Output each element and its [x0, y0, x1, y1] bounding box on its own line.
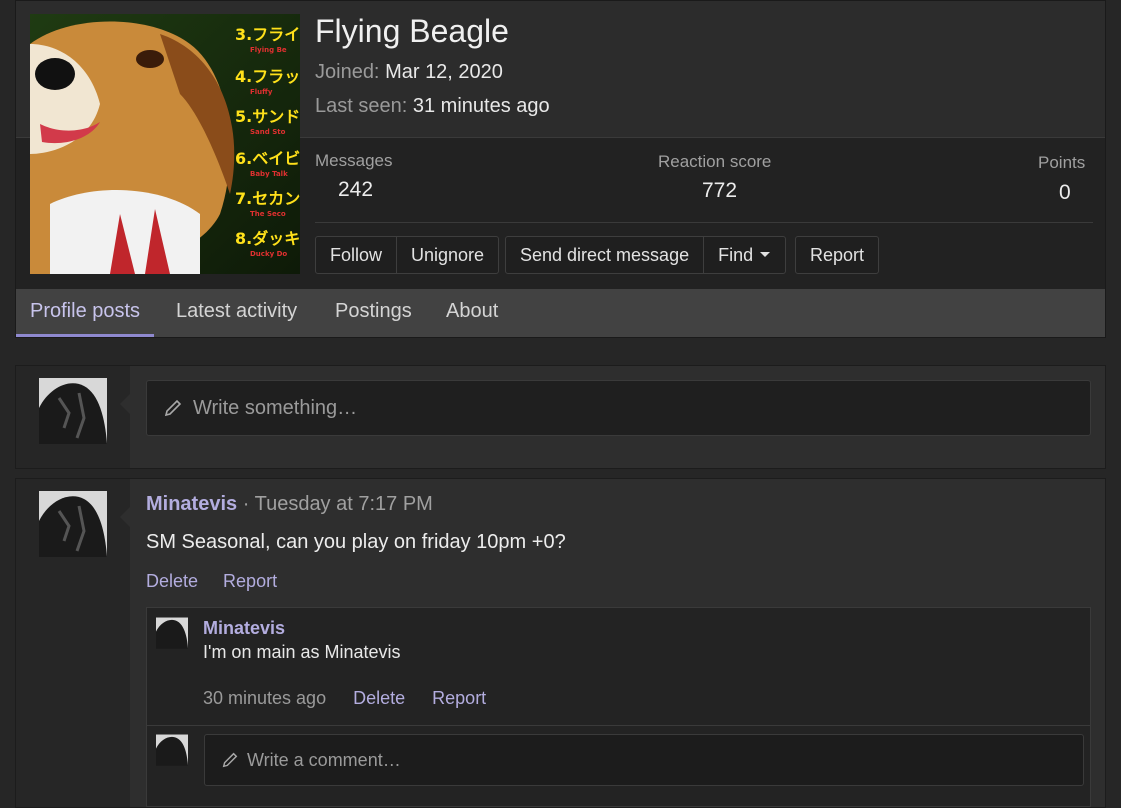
post-body: SM Seasonal, can you play on friday 10pm… [146, 531, 566, 553]
post-timestamp[interactable]: Tuesday at 7:17 PM [255, 493, 433, 515]
pencil-icon [164, 399, 182, 417]
comment-delete-link[interactable]: Delete [353, 688, 405, 708]
comment-text: I'm on main as Minatevis [203, 642, 401, 662]
tab-latest-activity[interactable]: Latest activity [176, 289, 297, 337]
avatar-subtext: Sand Sto [250, 128, 286, 136]
comment-author-avatar[interactable] [156, 617, 188, 649]
write-comment-input[interactable]: Write a comment… [204, 734, 1084, 786]
last-seen-value: 31 minutes ago [412, 95, 550, 117]
tab-profile-posts[interactable]: Profile posts [16, 289, 155, 337]
comment-timestamp[interactable]: 30 minutes ago [203, 688, 326, 708]
points-value[interactable]: 0 [1059, 181, 1071, 205]
avatar-text-line: 5.サンド・ス [235, 107, 300, 126]
avatar-subtext: Fluffy [250, 88, 273, 96]
comments-section: Minatevis I'm on main as Minatevis 30 mi… [146, 607, 1091, 807]
tab-about[interactable]: About [446, 289, 498, 337]
tab-postings[interactable]: Postings [335, 289, 412, 337]
avatar-subtext: Baby Talk [250, 170, 288, 178]
caret-down-icon [760, 252, 771, 257]
joined-label: Joined: [315, 61, 380, 83]
last-seen-label: Last seen: [315, 95, 408, 117]
dark-figure-avatar-image [39, 378, 107, 444]
post-separator: · [242, 493, 250, 515]
post-report-link[interactable]: Report [223, 571, 277, 591]
points-label: Points [1038, 153, 1086, 172]
last-seen: Last seen: 31 minutes ago [315, 95, 550, 118]
profile-username: Flying Beagle [315, 13, 509, 49]
report-profile-button[interactable]: Report [796, 237, 878, 273]
reaction-score-label: Reaction score [658, 152, 772, 171]
avatar-text-line: 3.フライン [235, 25, 300, 44]
report-button-group: Report [795, 236, 880, 274]
write-comment-placeholder: Write a comment… [247, 749, 401, 770]
avatar-subtext: Flying Be [250, 46, 287, 54]
profile-header: 3.フライン 4.フラッフ 5.サンド・ス 6.ベイビー 7.セカンド 8.ダッ… [15, 0, 1106, 338]
joined-value: Mar 12, 2020 [385, 61, 503, 83]
profile-tabs: Profile posts Latest activity Postings A… [16, 289, 1105, 337]
messages-count[interactable]: 242 [338, 178, 373, 202]
avatar-text-line: 6.ベイビー [235, 149, 300, 168]
avatar-text-line: 8.ダッキー [235, 229, 300, 248]
comment-report-link[interactable]: Report [432, 688, 486, 708]
post-actions: Delete Report [146, 571, 297, 592]
write-something-placeholder: Write something… [193, 396, 358, 419]
post-header: Minatevis · Tuesday at 7:17 PM [146, 493, 433, 516]
unignore-button[interactable]: Unignore [397, 237, 498, 273]
composer-pointer [120, 394, 130, 414]
stats-divider [315, 222, 1093, 223]
send-direct-message-button[interactable]: Send direct message [506, 237, 705, 273]
profile-avatar[interactable]: 3.フライン 4.フラッフ 5.サンド・ス 6.ベイビー 7.セカンド 8.ダッ… [30, 14, 300, 274]
write-something-input[interactable]: Write something… [146, 380, 1091, 436]
follow-button[interactable]: Follow [316, 237, 398, 273]
post-author-link[interactable]: Minatevis [146, 493, 237, 515]
post-delete-link[interactable]: Delete [146, 571, 198, 591]
dark-figure-avatar-image [156, 734, 188, 766]
find-dropdown-button[interactable]: Find [704, 237, 785, 273]
dark-figure-avatar-image [39, 491, 107, 557]
find-label: Find [718, 244, 754, 265]
current-user-avatar[interactable] [39, 378, 107, 444]
comment-meta: 30 minutes ago Delete Report [203, 688, 486, 709]
avatar-text-line: 7.セカンド [235, 189, 300, 208]
pencil-icon [222, 752, 238, 768]
profile-post: Minatevis · Tuesday at 7:17 PM SM Season… [15, 478, 1106, 808]
current-user-comment-avatar[interactable] [156, 734, 188, 766]
comment-author-link[interactable]: Minatevis [203, 618, 285, 639]
comment-divider [147, 725, 1090, 726]
profile-post-composer: Write something… [15, 365, 1106, 469]
post-pointer [120, 507, 130, 527]
dark-figure-avatar-image [156, 617, 188, 649]
message-button-group: Send direct message Find [505, 236, 787, 274]
joined-date: Joined: Mar 12, 2020 [315, 61, 503, 84]
avatar-subtext: Ducky Do [250, 250, 287, 258]
avatar-text-line: 4.フラッフ [235, 67, 300, 86]
post-author-avatar[interactable] [39, 491, 107, 557]
avatar-subtext: The Seco [250, 210, 286, 218]
follow-button-group: Follow Unignore [315, 236, 500, 274]
messages-label: Messages [315, 151, 393, 170]
beagle-avatar-image: 3.フライン 4.フラッフ 5.サンド・ス 6.ベイビー 7.セカンド 8.ダッ… [30, 14, 300, 274]
reaction-score-value[interactable]: 772 [702, 179, 737, 203]
